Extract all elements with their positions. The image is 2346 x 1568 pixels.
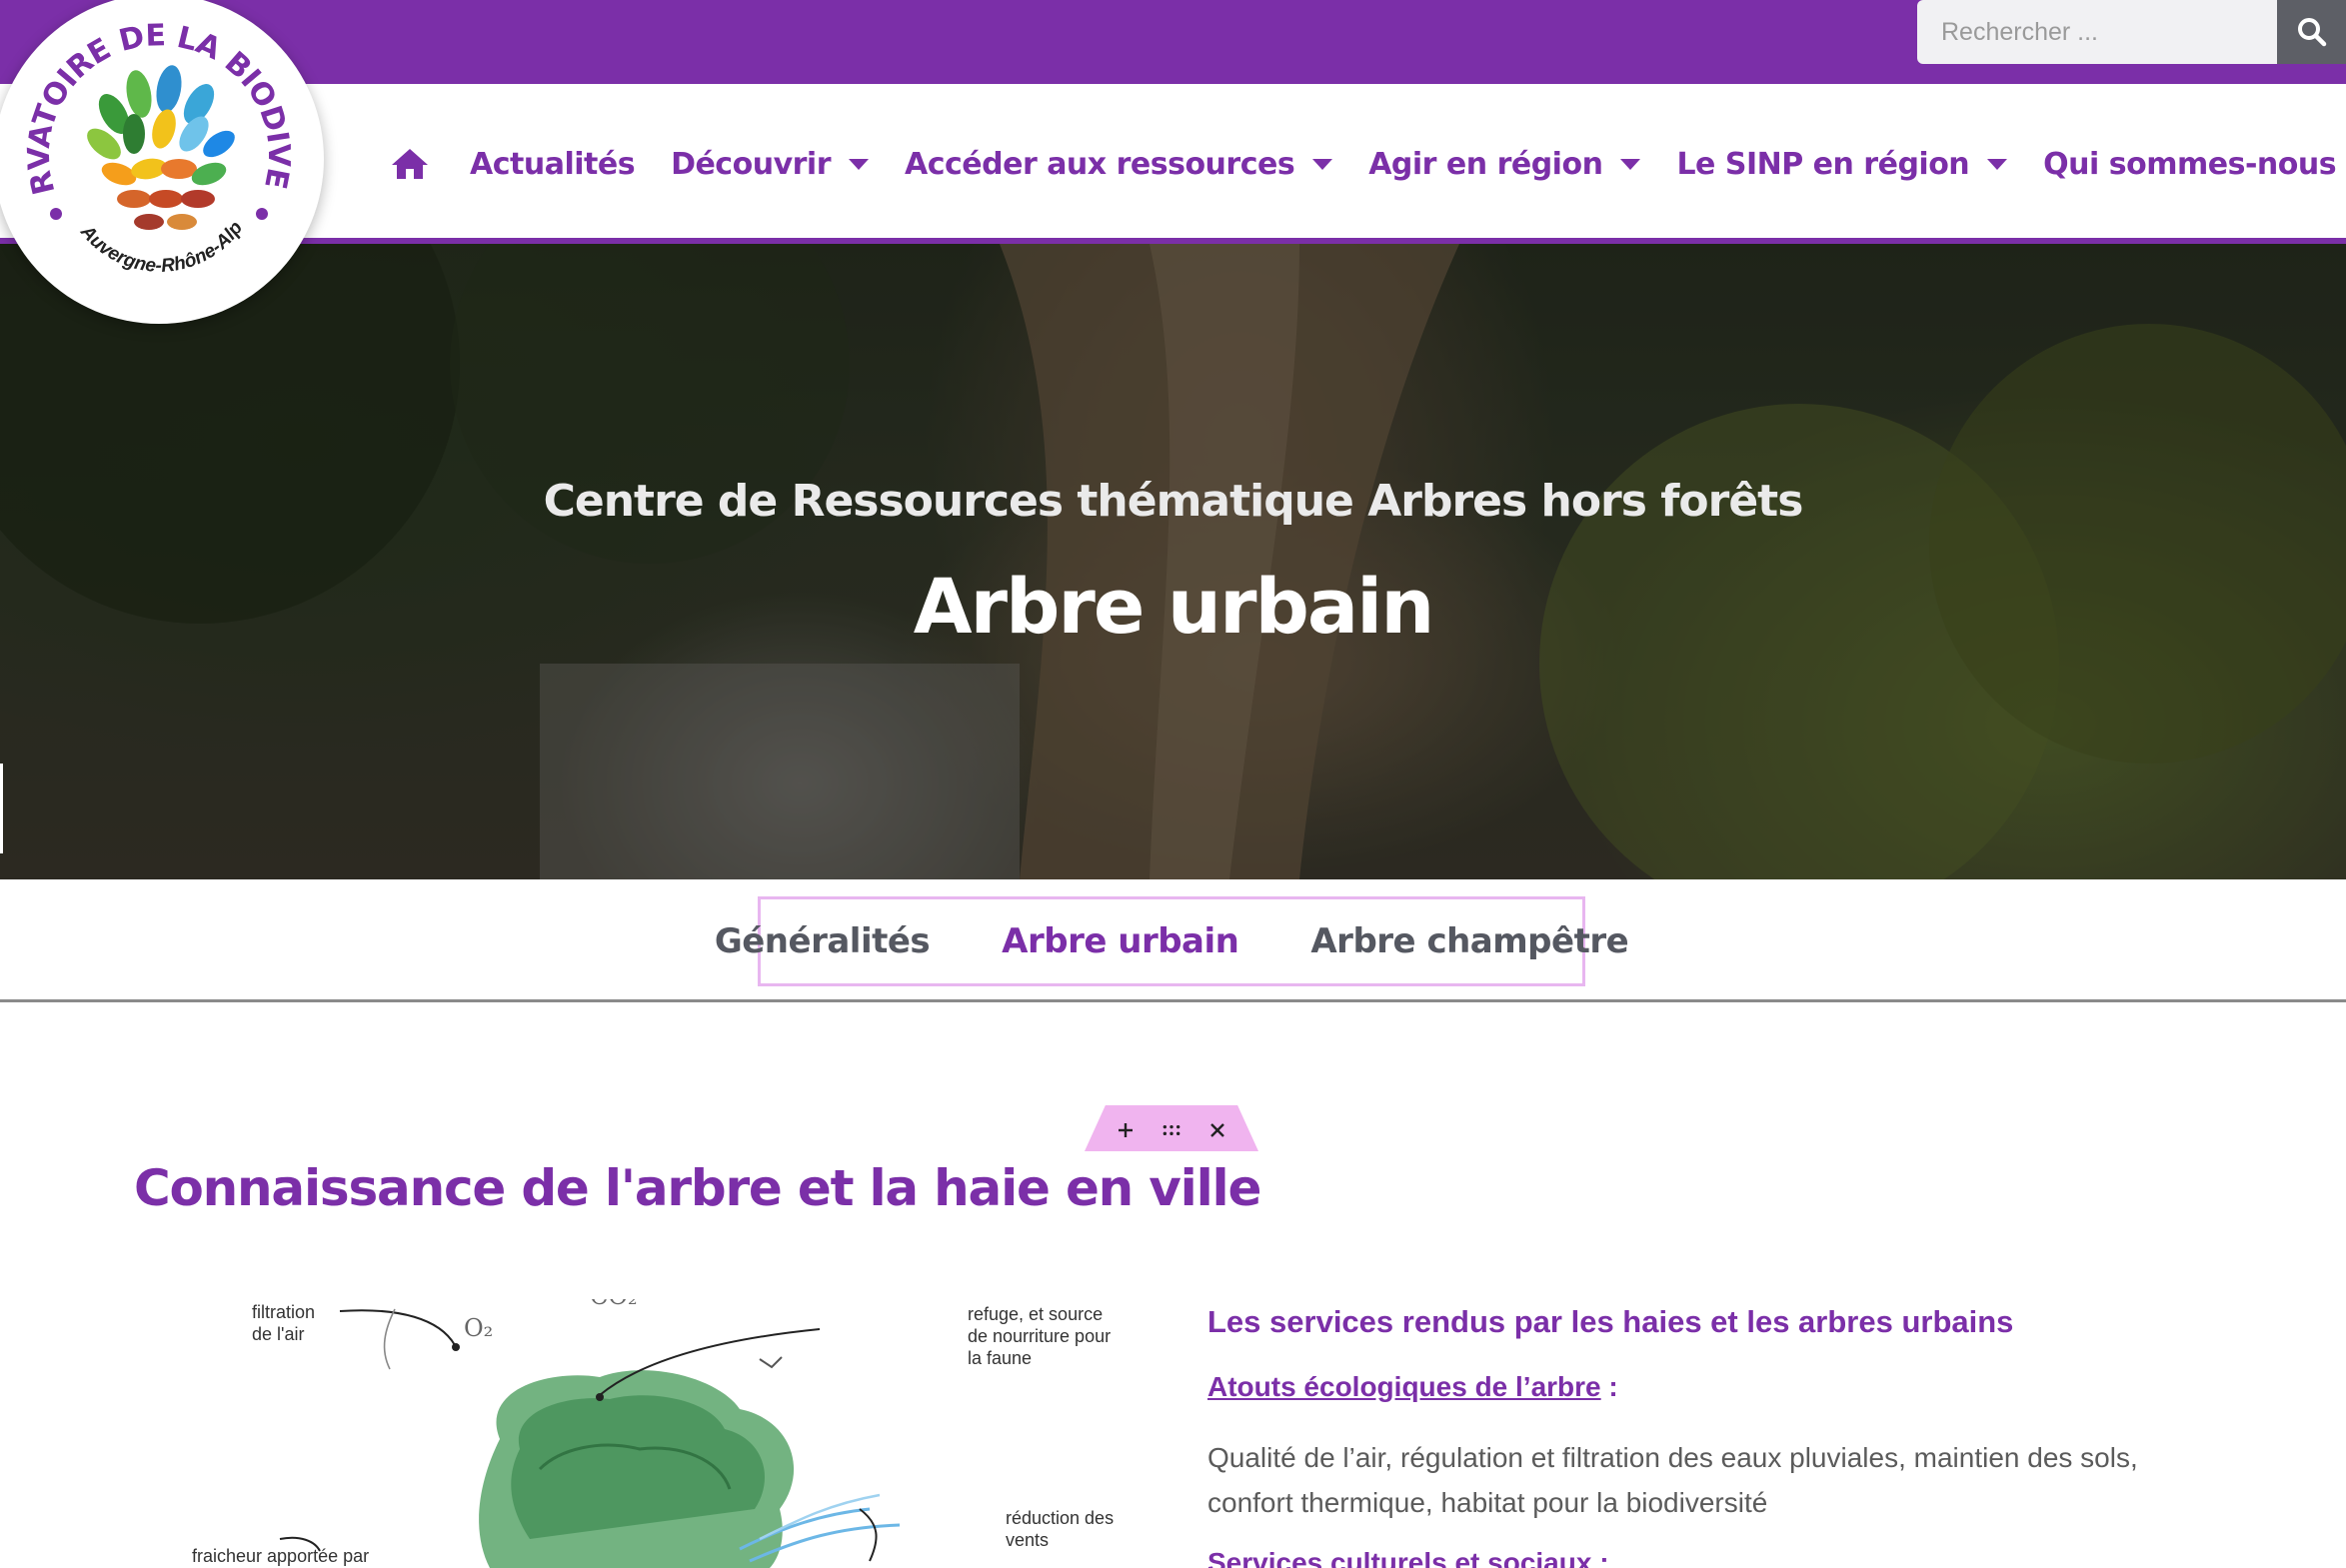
plus-icon (1119, 1123, 1133, 1137)
label-co2: CO₂ (590, 1299, 638, 1308)
nav-item-qui-sommes-nous[interactable]: Qui sommes-nous ? (2043, 147, 2346, 182)
main-nav: Actualités Découvrir Accéder aux ressour… (390, 136, 2346, 192)
chevron-down-icon (1620, 158, 1641, 170)
nav-item-decouvrir[interactable]: Découvrir (671, 147, 869, 182)
label-reduction-vents: réduction des vents (1006, 1508, 1115, 1550)
chevron-down-icon (1312, 158, 1333, 170)
tab-arbre-urbain[interactable]: Arbre urbain (1002, 921, 1239, 961)
nav-item-actualites[interactable]: Actualités (470, 146, 636, 182)
nav-item-agir-region[interactable]: Agir en région (1368, 146, 1641, 182)
hero-banner: Centre de Ressources thématique Arbres h… (0, 244, 2346, 879)
nav-item-label: Agir en région (1368, 146, 1603, 182)
close-icon (1210, 1123, 1224, 1137)
home-icon (392, 149, 428, 179)
search-box (1917, 0, 2346, 64)
cultural-heading: Services culturels et sociaux : (1207, 1547, 1609, 1568)
eco-suffix: : (1600, 1371, 1618, 1402)
eco-description: Qualité de l’air, régulation et filtrati… (1207, 1442, 2138, 1518)
cultural-link[interactable]: Services culturels et sociaux (1207, 1547, 1591, 1568)
chevron-down-icon (849, 158, 869, 170)
label-refuge: refuge, et source de nourriture pour la … (968, 1304, 1112, 1368)
nav-item-label: Accéder aux ressources (905, 146, 1295, 182)
nav-item-sinp-region[interactable]: Le SINP en région (1676, 146, 2008, 182)
tab-arbre-champetre[interactable]: Arbre champêtre (1310, 921, 1628, 961)
services-title: Les services rendus par les haies et les… (1207, 1304, 2014, 1339)
drag-section-handle[interactable] (1162, 1120, 1181, 1140)
eco-heading: Atouts écologiques de l’arbre : (1207, 1371, 1618, 1403)
hero-title: Arbre urbain (913, 562, 1435, 651)
close-section-button[interactable] (1207, 1120, 1227, 1140)
label-o2: O₂ (464, 1314, 494, 1342)
nav-item-label: Actualités (470, 146, 636, 182)
section-edit-handle (1085, 1105, 1258, 1151)
urban-tree-illustration: filtration de l'air O₂ CO₂ refuge, et so… (180, 1299, 1140, 1568)
nav-item-label: Qui sommes-nous ? (2043, 146, 2346, 182)
add-section-button[interactable] (1116, 1120, 1136, 1140)
search-input[interactable] (1917, 0, 2277, 64)
drag-dots-icon (1163, 1125, 1180, 1135)
site-logo[interactable]: OBSERVATOIRE DE LA BIODIVERSITÉ en Auver… (0, 0, 324, 324)
hero-edge-marker (0, 764, 3, 853)
eco-link[interactable]: Atouts écologiques de l’arbre (1207, 1371, 1601, 1402)
search-button[interactable] (2277, 0, 2346, 64)
cultural-suffix: : (1591, 1547, 1609, 1568)
tabs-divider (0, 999, 2346, 1002)
logo-leaves (87, 65, 235, 230)
label-fraicheur: fraicheur apportée par (192, 1546, 370, 1566)
nav-item-label: Le SINP en région (1676, 146, 1970, 182)
chevron-down-icon (1987, 158, 2008, 170)
section-tabs: Généralités Arbre urbain Arbre champêtre (715, 896, 1629, 986)
tab-generalites[interactable]: Généralités (715, 921, 931, 961)
nav-item-acceder-ressources[interactable]: Accéder aux ressources (905, 146, 1333, 182)
hero-subtitle: Centre de Ressources thématique Arbres h… (543, 476, 1804, 527)
search-icon (2298, 18, 2327, 47)
label-filtration: filtration de l'air (252, 1302, 316, 1344)
nav-home[interactable] (390, 147, 430, 181)
nav-item-label: Découvrir (671, 146, 831, 182)
section-heading: Connaissance de l'arbre et la haie en vi… (134, 1159, 1261, 1217)
logo-emblem: OBSERVATOIRE DE LA BIODIVERSITÉ en Auver… (0, 0, 297, 277)
